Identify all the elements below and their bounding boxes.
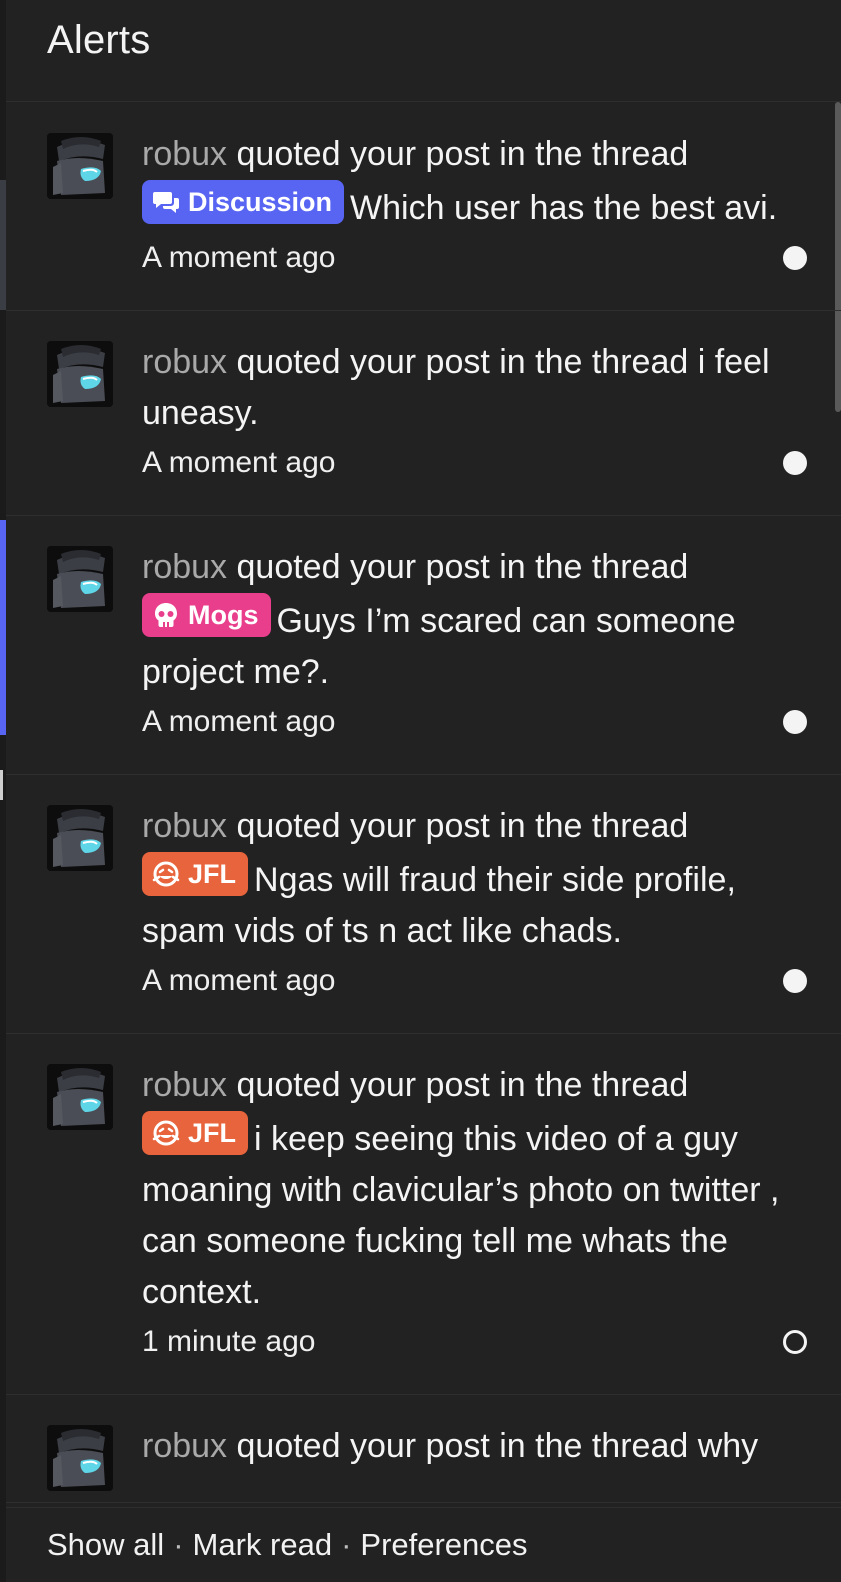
alert-action-text: quoted your post in the thread [227,548,689,586]
avatar[interactable] [47,546,113,612]
alert-username-link[interactable]: robux [142,1427,227,1465]
alert-timestamp: A moment ago [142,446,336,479]
alert-username-link[interactable]: robux [142,135,227,173]
thread-prefix-label: JFL [188,1118,237,1148]
alert-text: robux quoted your post in the thread JFL… [142,1060,781,1318]
avatar[interactable] [47,805,113,871]
alert-action-text: quoted your post in the thread [227,135,689,173]
mark-read-toggle[interactable] [783,246,807,270]
alert-item[interactable]: robux quoted your post in the thread why [6,1395,841,1503]
laughing-face-icon [152,860,180,888]
preferences-link[interactable]: Preferences [360,1527,527,1563]
avatar[interactable] [47,1064,113,1130]
alert-text: robux quoted your post in the thread JFL… [142,801,781,957]
alert-item[interactable]: robux quoted your post in the thread Dis… [6,103,841,311]
alert-username-link[interactable]: robux [142,548,227,586]
page: Alerts robux quoted your post in the thr… [0,0,841,1582]
alerts-footer: Show all · Mark read · Preferences [6,1507,841,1582]
alerts-title: Alerts [47,18,151,62]
laughing-face-icon [152,1119,180,1147]
thread-prefix-label: Mogs [188,600,259,630]
alerts-header: Alerts [6,0,841,102]
mark-read-toggle[interactable] [783,710,807,734]
alert-text: robux quoted your post in the thread i f… [142,337,781,439]
mark-read-toggle[interactable] [783,451,807,475]
alerts-panel: Alerts robux quoted your post in the thr… [6,0,841,1582]
thread-title-link[interactable]: why [698,1427,758,1465]
chat-bubbles-icon [152,188,180,216]
alert-text: robux quoted your post in the thread Dis… [142,129,781,234]
skull-icon [152,601,180,629]
alert-timestamp: A moment ago [142,705,336,738]
show-all-link[interactable]: Show all [47,1527,164,1563]
thread-prefix-badge[interactable]: JFL [142,1111,249,1155]
thread-prefix-badge[interactable]: Discussion [142,180,345,224]
alert-action-text: quoted your post in the thread [227,807,689,845]
alert-timestamp: A moment ago [142,964,336,997]
thread-prefix-badge[interactable]: Mogs [142,593,271,637]
avatar[interactable] [47,133,113,199]
alert-text: robux quoted your post in the thread Mog… [142,542,781,698]
alert-timestamp: 1 minute ago [142,1325,316,1358]
alert-action-text: quoted your post in the thread [227,1066,689,1104]
alert-username-link[interactable]: robux [142,1066,227,1104]
thread-prefix-label: Discussion [188,187,333,217]
alert-action-text: quoted your post in the thread [227,343,698,381]
alert-list: robux quoted your post in the thread Dis… [6,103,841,1507]
mark-read-toggle[interactable] [783,969,807,993]
alert-username-link[interactable]: robux [142,343,227,381]
alert-item[interactable]: robux quoted your post in the thread Mog… [6,516,841,775]
alert-text: robux quoted your post in the thread why [142,1421,781,1472]
alert-item[interactable]: robux quoted your post in the thread JFL… [6,1034,841,1395]
footer-separator: · [341,1527,352,1562]
avatar[interactable] [47,341,113,407]
footer-separator: · [173,1527,184,1562]
thread-prefix-label: JFL [188,859,237,889]
thread-prefix-badge[interactable]: JFL [142,852,249,896]
alert-username-link[interactable]: robux [142,807,227,845]
alert-item[interactable]: robux quoted your post in the thread JFL… [6,775,841,1034]
alert-timestamp: A moment ago [142,241,336,274]
thread-title-link[interactable]: Which user has the best avi. [350,189,777,227]
mark-unread-toggle[interactable] [783,1330,807,1354]
mark-read-link[interactable]: Mark read [193,1527,333,1563]
alert-action-text: quoted your post in the thread [227,1427,698,1465]
avatar[interactable] [47,1425,113,1491]
alert-item[interactable]: robux quoted your post in the thread i f… [6,311,841,516]
